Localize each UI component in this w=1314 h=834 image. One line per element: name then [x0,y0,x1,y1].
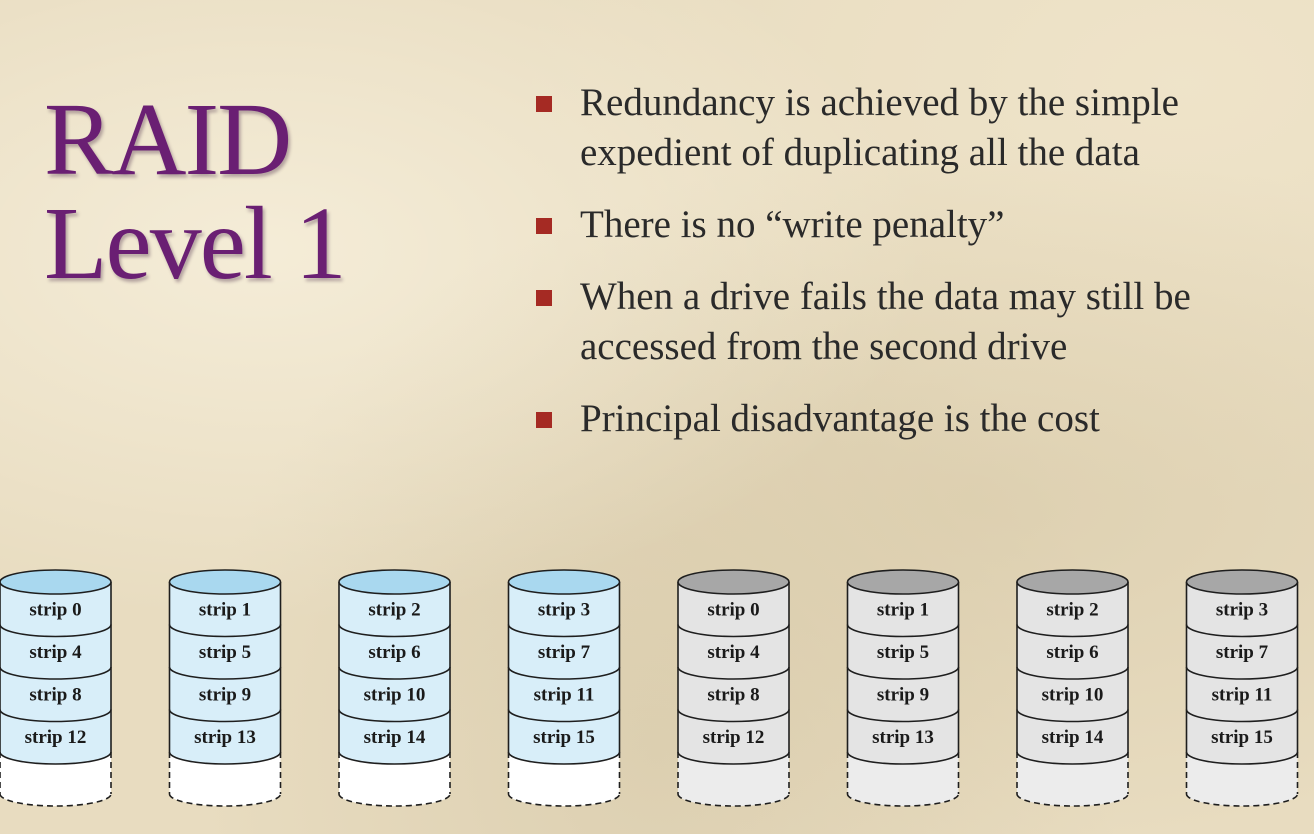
strip-label: strip 11 [1212,684,1273,705]
strip-label: strip 3 [538,599,590,620]
strip-label: strip 5 [199,642,251,663]
strip-label: strip 15 [1211,727,1273,748]
strip-label: strip 6 [368,642,420,663]
strip-label: strip 2 [368,599,420,620]
strip-label: strip 11 [534,684,595,705]
disk-primary: strip 2 strip 6 strip 10 strip 14 [338,569,451,807]
disk-top [168,569,282,595]
disk-top [846,569,960,595]
strip-label: strip 0 [29,599,81,620]
disk-primary: strip 1 strip 5 strip 9 strip 13 [168,569,282,807]
strip-label: strip 15 [533,727,595,748]
strip-label: strip 3 [1216,599,1268,620]
strip-label: strip 4 [707,642,760,663]
strip-label: strip 13 [872,727,934,748]
disk-top [1185,569,1299,595]
strip-label: strip 13 [194,727,256,748]
disk-top [338,569,451,595]
disk-top [677,569,790,595]
disk-mirror: strip 2 strip 6 strip 10 strip 14 [1016,569,1129,807]
strip-label: strip 8 [707,684,759,705]
strip-label: strip 9 [199,684,251,705]
strip-label: strip 8 [29,684,81,705]
strip-label: strip 9 [877,684,929,705]
strip-label: strip 10 [1042,684,1104,705]
strip-label: strip 0 [707,599,759,620]
disk-top [1016,569,1129,595]
disk-mirror: strip 1 strip 5 strip 9 strip 13 [846,569,960,807]
strip-label: strip 2 [1046,599,1098,620]
strip-label: strip 1 [877,599,929,620]
strip-label: strip 14 [364,727,426,748]
disk-mirror: strip 0 strip 4 strip 8 strip 12 [677,569,790,807]
disk-mirror: strip 3 strip 7 strip 11 strip 15 [1185,569,1299,807]
strip-label: strip 5 [877,642,929,663]
strip-label: strip 12 [25,727,87,748]
disk-top [507,569,621,595]
strip-label: strip 1 [199,599,251,620]
strip-label: strip 10 [364,684,426,705]
strip-label: strip 4 [29,642,82,663]
strip-label: strip 7 [538,642,591,663]
disk-primary: strip 3 strip 7 strip 11 strip 15 [507,569,621,807]
strip-label: strip 7 [1216,642,1269,663]
disk-top [0,569,112,595]
strip-label: strip 6 [1046,642,1098,663]
raid-disk-array: strip 0strip 4strip 8strip 12strip 1stri… [0,569,1299,807]
disk-primary: strip 0 strip 4 strip 8 strip 12 [0,569,112,807]
strip-label: strip 14 [1042,727,1104,748]
strip-label: strip 12 [703,727,765,748]
